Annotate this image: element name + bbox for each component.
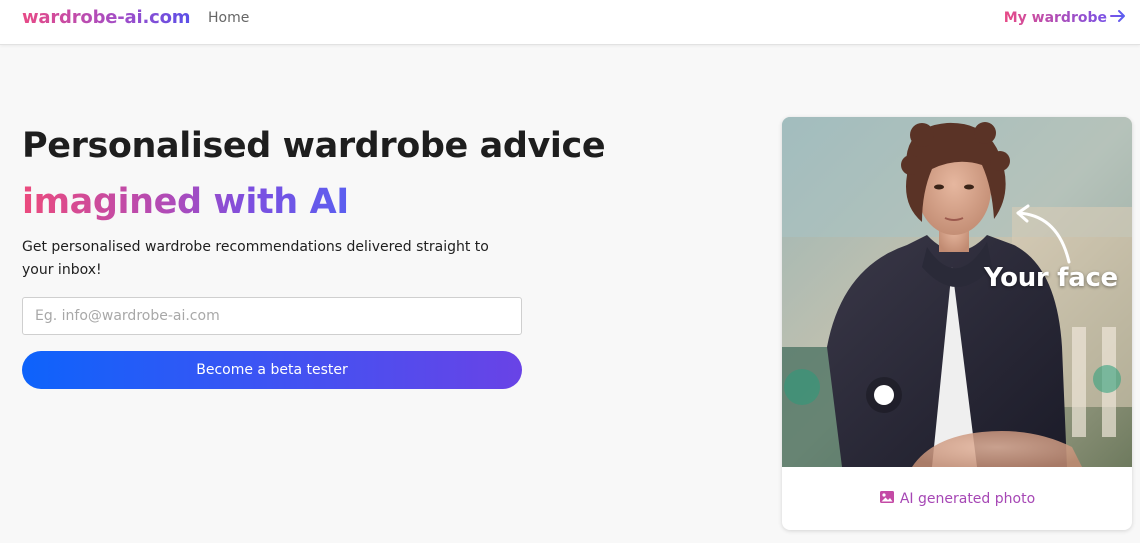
my-wardrobe-label: My wardrobe — [1003, 10, 1107, 26]
arrow-right-icon — [1110, 9, 1126, 27]
hero-title: Personalised wardrobe advice — [22, 126, 606, 166]
hero-subtitle: imagined with AI — [22, 182, 349, 222]
your-face-label: Your face — [984, 263, 1118, 293]
my-wardrobe-link[interactable]: My wardrobe — [1004, 9, 1126, 27]
image-icon — [879, 490, 895, 508]
become-beta-tester-button[interactable]: Become a beta tester — [22, 351, 522, 389]
photo-caption-text: AI generated photo — [899, 490, 1036, 507]
nav-home-link[interactable]: Home — [208, 10, 249, 26]
brand-logo-link[interactable]: wardrobe-ai.com — [22, 7, 190, 28]
photo-caption: AI generated photo — [782, 467, 1132, 530]
ai-generated-photo: Your face — [782, 117, 1132, 467]
hero-description: Get personalised wardrobe recommendation… — [22, 239, 489, 278]
top-navbar: wardrobe-ai.com Home My wardrobe — [0, 0, 1140, 45]
ai-photo-card: Your face AI generated photo — [782, 117, 1132, 530]
email-input[interactable] — [22, 297, 522, 335]
